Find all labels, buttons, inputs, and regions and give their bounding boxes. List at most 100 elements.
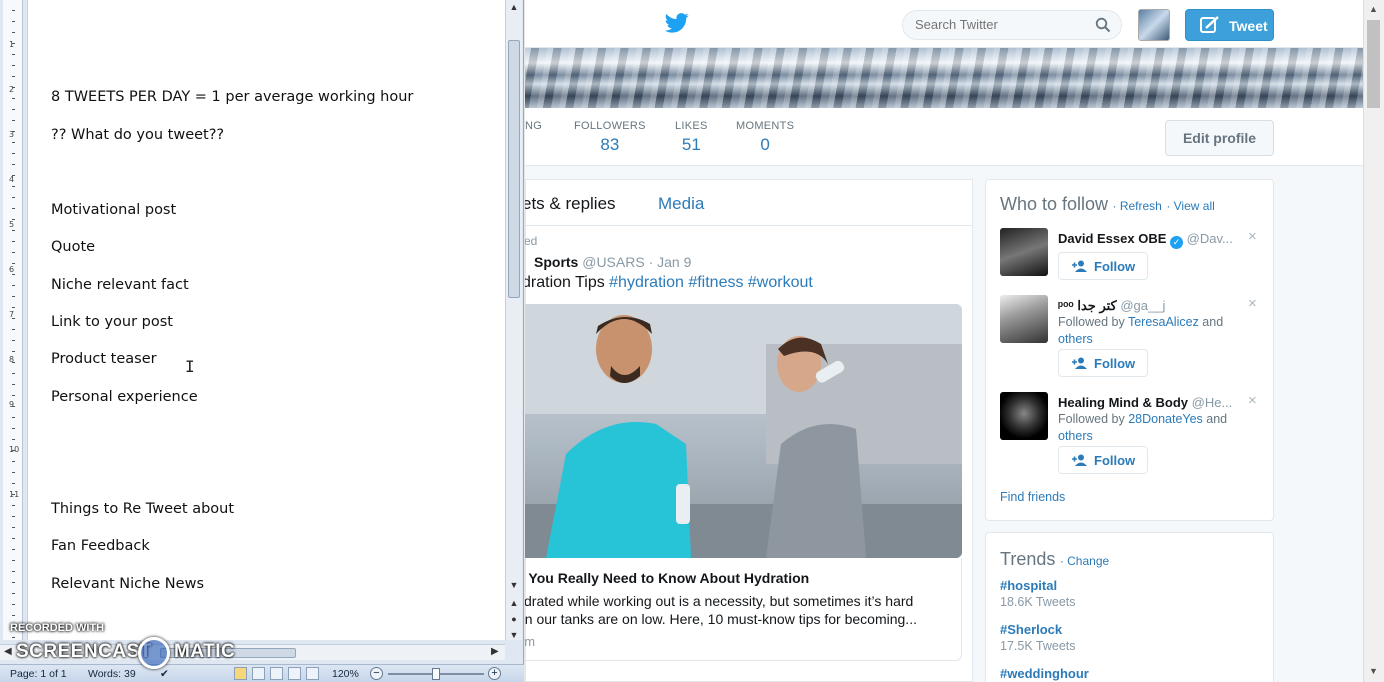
document-page[interactable]: 8 TWEETS PER DAY = 1 per average working… — [27, 0, 505, 640]
stat-followers[interactable]: FOLLOWERS 83 — [574, 120, 646, 155]
scroll-thumb[interactable] — [508, 40, 520, 298]
zoom-level[interactable]: 120% — [332, 668, 359, 680]
ruler-tick — [12, 208, 15, 209]
search-icon[interactable] — [1095, 17, 1111, 33]
change-trends-link[interactable]: · Change — [1060, 554, 1109, 568]
user-avatar[interactable] — [1000, 295, 1048, 343]
user-name-line[interactable]: David Essex OBE ✓ @Dav... — [1058, 231, 1254, 249]
prev-page-icon[interactable]: ▲ — [508, 598, 520, 608]
zoom-in-button[interactable]: + — [488, 667, 501, 680]
follow-label: Follow — [1094, 259, 1136, 274]
profile-nav: NG FOLLOWERS 83 LIKES 51 MOMENTS 0 Edit … — [525, 108, 1363, 166]
refresh-link[interactable]: · Refresh — [1113, 199, 1162, 213]
outline-icon[interactable] — [288, 667, 301, 680]
tab-tweets-replies[interactable]: ets & replies — [525, 194, 616, 214]
doc-line[interactable]: ?? What do you tweet?? — [51, 127, 224, 143]
user-name[interactable]: David Essex OBE — [1058, 231, 1166, 246]
document-vertical-scrollbar[interactable]: ▲ ▼ ▲ ● ▼ — [505, 0, 522, 640]
user-handle[interactable]: @Dav... — [1187, 231, 1233, 246]
ruler-tick — [12, 120, 15, 121]
browse-object-icon[interactable]: ● — [508, 614, 520, 624]
ruler-number: 3 — [9, 130, 15, 139]
followed-by-user[interactable]: 28DonateYes — [1128, 412, 1203, 426]
scroll-down-icon[interactable]: ▼ — [1369, 666, 1378, 676]
view-all-link[interactable]: · View all — [1166, 199, 1214, 213]
follow-button[interactable]: Follow — [1058, 252, 1148, 280]
ruler-tick — [12, 505, 15, 506]
doc-line[interactable]: Product teaser — [51, 351, 157, 367]
user-avatar[interactable] — [1000, 228, 1048, 276]
scroll-up-icon[interactable]: ▲ — [1369, 4, 1378, 14]
scroll-right-icon[interactable]: ▶ — [491, 646, 499, 657]
find-friends-link[interactable]: Find friends — [1000, 490, 1065, 504]
zoom-slider-handle[interactable] — [432, 668, 440, 680]
author-name[interactable]: Sports — [534, 254, 578, 270]
doc-line[interactable]: Quote — [51, 239, 95, 255]
ruler-tick — [12, 516, 15, 517]
tweet-date[interactable]: · Jan 9 — [649, 254, 692, 270]
trend-item[interactable]: #Sherlock 17.5K Tweets — [1000, 622, 1076, 653]
doc-line[interactable]: Fan Feedback — [51, 538, 150, 554]
link-card[interactable]: ll You Really Need to Know About Hydrati… — [525, 558, 962, 661]
draft-icon[interactable] — [306, 667, 319, 680]
doc-line[interactable]: Relevant Niche News — [51, 576, 204, 592]
ruler-tick — [12, 263, 15, 264]
search-box[interactable] — [902, 10, 1122, 40]
web-layout-icon[interactable] — [270, 667, 283, 680]
tab-media[interactable]: Media — [658, 194, 704, 214]
doc-line[interactable]: Link to your post — [51, 314, 173, 330]
trend-item[interactable]: #weddinghour — [1000, 666, 1089, 681]
followed-by-user[interactable]: TeresaAlicez — [1128, 315, 1199, 329]
user-name-line[interactable]: ᵖᵒᵒ كتر جدا @ga__j — [1058, 298, 1254, 314]
user-name[interactable]: Healing Mind & Body — [1058, 395, 1188, 410]
dismiss-icon[interactable]: × — [1248, 228, 1257, 245]
doc-line[interactable]: Niche relevant fact — [51, 277, 189, 293]
proofing-icon[interactable]: ✔ — [160, 668, 169, 680]
trend-name[interactable]: #Sherlock — [1000, 622, 1076, 637]
full-screen-reading-icon[interactable] — [252, 667, 265, 680]
user-handle[interactable]: @ga__j — [1120, 298, 1165, 313]
doc-line[interactable]: Motivational post — [51, 202, 176, 218]
card-title[interactable]: ll You Really Need to Know About Hydrati… — [525, 570, 809, 586]
dismiss-icon[interactable]: × — [1248, 392, 1257, 409]
follow-button[interactable]: Follow — [1058, 349, 1148, 377]
tweet-author[interactable]: Sports @USARS · Jan 9 — [534, 254, 691, 270]
browser-scrollbar[interactable]: ▲ ▼ — [1363, 0, 1384, 682]
tweet-media-image[interactable] — [525, 304, 962, 558]
stat-moments[interactable]: MOMENTS 0 — [736, 120, 794, 155]
user-name[interactable]: ᵖᵒᵒ كتر جدا — [1058, 298, 1117, 313]
scroll-left-icon[interactable]: ◀ — [4, 646, 12, 657]
doc-line[interactable]: 8 TWEETS PER DAY = 1 per average working… — [51, 89, 413, 105]
stat-likes[interactable]: LIKES 51 — [675, 120, 708, 155]
edit-profile-button[interactable]: Edit profile — [1165, 120, 1274, 156]
author-handle[interactable]: @USARS — [582, 254, 644, 270]
trend-name[interactable]: #hospital — [1000, 578, 1076, 593]
browser-scroll-thumb[interactable] — [1367, 20, 1380, 108]
profile-avatar-menu[interactable] — [1138, 9, 1170, 41]
twitter-bird-icon[interactable] — [665, 12, 689, 34]
user-avatar[interactable] — [1000, 392, 1048, 440]
ruler-tick — [12, 142, 15, 143]
card-url[interactable]: om — [525, 634, 535, 649]
word-count[interactable]: Words: 39 — [88, 668, 136, 680]
page-count[interactable]: Page: 1 of 1 — [10, 668, 67, 680]
compose-tweet-button[interactable]: Tweet — [1185, 9, 1274, 41]
print-layout-icon[interactable] — [234, 667, 247, 680]
stat-following[interactable]: NG — [525, 120, 542, 135]
tweet-hashtags[interactable]: #hydration #fitness #workout — [609, 274, 813, 291]
zoom-out-button[interactable]: − — [370, 667, 383, 680]
trend-name[interactable]: #weddinghour — [1000, 666, 1089, 681]
followed-by-others[interactable]: others — [1058, 332, 1093, 346]
trend-item[interactable]: #hospital 18.6K Tweets — [1000, 578, 1076, 609]
search-input[interactable] — [915, 17, 1085, 32]
follow-button[interactable]: Follow — [1058, 446, 1148, 474]
user-handle[interactable]: @He... — [1192, 395, 1233, 410]
followed-by-others[interactable]: others — [1058, 429, 1093, 443]
doc-line[interactable]: Things to Re Tweet about — [51, 501, 234, 517]
scroll-up-icon[interactable]: ▲ — [508, 2, 520, 12]
doc-line[interactable]: Personal experience — [51, 389, 198, 405]
scroll-down-icon[interactable]: ▼ — [508, 580, 520, 590]
next-page-icon[interactable]: ▼ — [508, 630, 520, 640]
user-name-line[interactable]: Healing Mind & Body @He... — [1058, 395, 1254, 410]
dismiss-icon[interactable]: × — [1248, 295, 1257, 312]
